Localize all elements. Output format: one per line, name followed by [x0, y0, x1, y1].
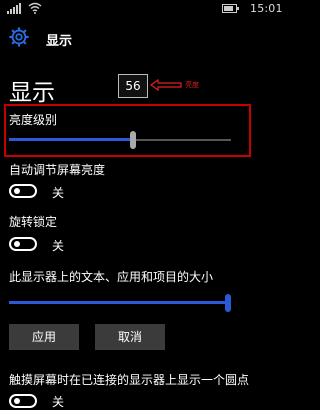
wifi-icon	[28, 2, 42, 14]
annotation-arrow-icon	[150, 79, 182, 91]
auto-brightness-label: 自动调节屏幕亮度	[9, 163, 106, 177]
cancel-button[interactable]: 取消	[95, 324, 165, 350]
status-bar: 15:01	[0, 0, 283, 18]
battery-icon	[222, 4, 239, 13]
brightness-label: 亮度级别	[9, 113, 58, 127]
text-size-slider[interactable]	[9, 294, 231, 312]
auto-brightness-state: 关	[52, 186, 65, 200]
status-time: 15:01	[250, 2, 283, 15]
annotation-label: 亮度	[185, 81, 199, 89]
text-size-label: 此显示器上的文本、应用和项目的大小	[9, 270, 214, 284]
signal-icon	[7, 3, 21, 14]
auto-brightness-toggle[interactable]	[9, 184, 37, 198]
rotation-lock-label: 旋转锁定	[9, 215, 58, 229]
tap-dots-label: 触摸屏幕时在已连接的显示器上显示一个圆点	[9, 373, 250, 387]
toggle-knob	[14, 241, 20, 247]
toggle-knob	[14, 398, 20, 404]
brightness-slider-fill	[9, 138, 131, 141]
header-title: 显示	[46, 34, 73, 49]
rotation-lock-toggle[interactable]	[9, 237, 37, 251]
brightness-value-box: 56	[118, 74, 148, 98]
gear-icon[interactable]	[8, 26, 30, 48]
toggle-knob	[14, 188, 20, 194]
tap-dots-state: 关	[52, 395, 65, 409]
brightness-slider-thumb[interactable]	[130, 131, 136, 149]
page-title: 显示	[9, 80, 55, 106]
brightness-slider[interactable]	[9, 131, 231, 149]
text-size-slider-thumb[interactable]	[225, 294, 231, 312]
text-size-slider-fill	[9, 301, 226, 304]
tap-dots-toggle[interactable]	[9, 394, 37, 408]
rotation-lock-state: 关	[52, 239, 65, 253]
apply-button[interactable]: 应用	[9, 324, 79, 350]
